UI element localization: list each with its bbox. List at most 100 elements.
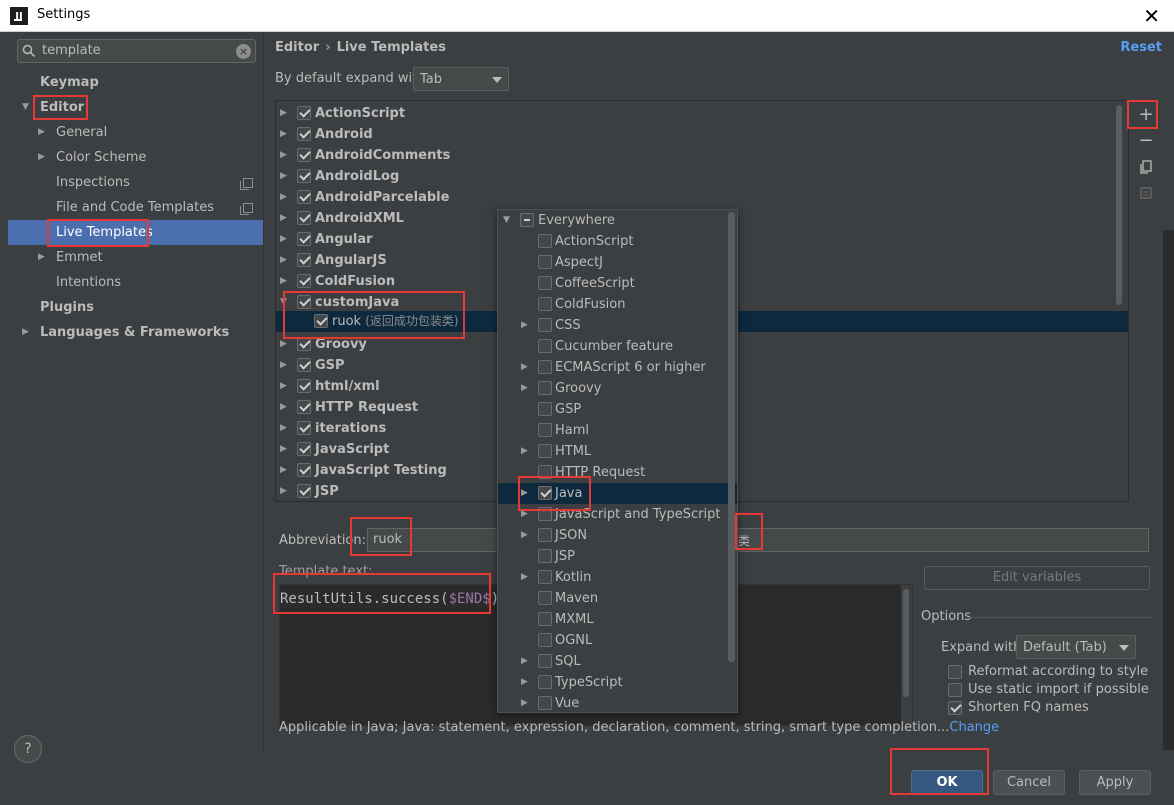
sidebar-item-live-templates[interactable]: Live Templates — [8, 220, 263, 245]
collapsed-arrow-icon[interactable]: ▶ — [280, 166, 287, 187]
context-item[interactable]: Cucumber feature — [498, 336, 737, 357]
template-enabled-checkbox[interactable] — [314, 314, 328, 328]
context-item[interactable]: CoffeeScript — [498, 273, 737, 294]
group-enabled-checkbox[interactable] — [297, 400, 311, 414]
collapsed-arrow-icon[interactable]: ▶ — [38, 120, 45, 145]
expand-with-dropdown[interactable]: Default (Tab) — [1016, 635, 1136, 659]
sidebar-item-plugins[interactable]: Plugins — [8, 295, 263, 320]
collapsed-arrow-icon[interactable]: ▶ — [521, 525, 528, 546]
group-enabled-checkbox[interactable] — [297, 442, 311, 456]
collapsed-arrow-icon[interactable]: ▶ — [280, 481, 287, 501]
collapsed-arrow-icon[interactable]: ▶ — [280, 124, 287, 145]
context-checkbox[interactable] — [538, 444, 552, 458]
context-checkbox[interactable] — [538, 255, 552, 269]
group-enabled-checkbox[interactable] — [297, 274, 311, 288]
sidebar-item-emmet[interactable]: ▶ Emmet — [8, 245, 263, 270]
context-item[interactable]: JSP — [498, 546, 737, 567]
restore-defaults-icon[interactable] — [1135, 182, 1157, 204]
template-group-row[interactable]: ▶ AndroidParcelable — [276, 187, 1128, 208]
context-item[interactable]: ▶ JSON — [498, 525, 737, 546]
context-checkbox[interactable] — [538, 591, 552, 605]
context-checkbox[interactable] — [538, 402, 552, 416]
context-item[interactable]: ▶ SQL — [498, 651, 737, 672]
cancel-button[interactable]: Cancel — [993, 770, 1065, 795]
context-checkbox[interactable] — [538, 234, 552, 248]
group-enabled-checkbox[interactable] — [297, 463, 311, 477]
group-enabled-checkbox[interactable] — [297, 358, 311, 372]
apply-button[interactable]: Apply — [1079, 770, 1151, 795]
collapsed-arrow-icon[interactable]: ▶ — [38, 145, 45, 170]
context-item[interactable]: ▶ ECMAScript 6 or higher — [498, 357, 737, 378]
context-item[interactable]: GSP — [498, 399, 737, 420]
collapsed-arrow-icon[interactable]: ▶ — [521, 441, 528, 462]
sidebar-item-general[interactable]: ▶ General — [8, 120, 263, 145]
static-import-checkbox[interactable] — [948, 683, 962, 697]
collapsed-arrow-icon[interactable]: ▶ — [280, 103, 287, 124]
group-enabled-checkbox[interactable] — [297, 295, 311, 309]
ok-button[interactable]: OK — [911, 770, 983, 795]
collapsed-arrow-icon[interactable]: ▶ — [521, 357, 528, 378]
context-checkbox[interactable] — [538, 360, 552, 374]
collapsed-arrow-icon[interactable]: ▶ — [280, 418, 287, 439]
list-scrollbar[interactable] — [1116, 105, 1122, 305]
context-item[interactable]: ▶ TypeScript — [498, 672, 737, 693]
collapsed-arrow-icon[interactable]: ▶ — [280, 187, 287, 208]
collapsed-arrow-icon[interactable]: ▶ — [521, 672, 528, 693]
sidebar-item-intentions[interactable]: Intentions — [8, 270, 263, 295]
context-checkbox[interactable] — [538, 465, 552, 479]
reset-link[interactable]: Reset — [1120, 40, 1162, 55]
change-contexts-link[interactable]: Change — [949, 720, 999, 735]
close-window-button[interactable]: ✕ — [1143, 4, 1160, 28]
context-item[interactable]: ▶ Groovy — [498, 378, 737, 399]
default-expand-dropdown[interactable]: Tab — [413, 67, 509, 91]
collapsed-arrow-icon[interactable]: ▶ — [280, 208, 287, 229]
add-icon[interactable]: + — [1135, 104, 1157, 126]
collapsed-arrow-icon[interactable]: ▶ — [38, 245, 45, 270]
context-checkbox[interactable] — [538, 486, 552, 500]
context-checkbox[interactable] — [538, 633, 552, 647]
collapsed-arrow-icon[interactable]: ▶ — [521, 378, 528, 399]
context-checkbox[interactable] — [538, 507, 552, 521]
collapsed-arrow-icon[interactable]: ▶ — [280, 439, 287, 460]
context-item[interactable]: ▶ CSS — [498, 315, 737, 336]
help-icon[interactable]: ? — [14, 735, 42, 763]
settings-search-input[interactable]: template × — [17, 39, 256, 63]
context-item[interactable]: Haml — [498, 420, 737, 441]
sidebar-item-languages-frameworks[interactable]: ▶ Languages & Frameworks — [8, 320, 263, 345]
context-root-everywhere[interactable]: ▼ Everywhere — [498, 210, 737, 231]
group-enabled-checkbox[interactable] — [297, 253, 311, 267]
collapsed-arrow-icon[interactable]: ▶ — [280, 355, 287, 376]
context-checkbox[interactable] — [538, 549, 552, 563]
group-enabled-checkbox[interactable] — [297, 190, 311, 204]
group-enabled-checkbox[interactable] — [297, 211, 311, 225]
context-checkbox[interactable] — [538, 318, 552, 332]
context-checkbox[interactable] — [538, 381, 552, 395]
template-group-row[interactable]: ▶ ActionScript — [276, 103, 1128, 124]
context-checkbox[interactable] — [538, 297, 552, 311]
context-item[interactable]: ActionScript — [498, 231, 737, 252]
group-enabled-checkbox[interactable] — [297, 106, 311, 120]
collapsed-arrow-icon[interactable]: ▶ — [280, 376, 287, 397]
group-enabled-checkbox[interactable] — [297, 379, 311, 393]
group-enabled-checkbox[interactable] — [297, 169, 311, 183]
abbreviation-input[interactable]: ruok — [367, 528, 1149, 552]
sidebar-item-editor[interactable]: ▼ Editor — [8, 95, 263, 120]
remove-icon[interactable]: − — [1135, 130, 1157, 152]
popup-scrollbar[interactable] — [728, 212, 735, 662]
template-group-row[interactable]: ▶ Android — [276, 124, 1128, 145]
collapsed-arrow-icon[interactable]: ▶ — [280, 145, 287, 166]
expanded-arrow-icon[interactable]: ▼ — [280, 292, 287, 313]
clear-search-icon[interactable]: × — [236, 44, 251, 59]
copy-icon[interactable] — [1135, 156, 1157, 178]
collapsed-arrow-icon[interactable]: ▶ — [280, 271, 287, 292]
group-enabled-checkbox[interactable] — [297, 127, 311, 141]
context-checkbox[interactable] — [538, 528, 552, 542]
collapsed-arrow-icon[interactable]: ▶ — [280, 229, 287, 250]
expanded-arrow-icon[interactable]: ▼ — [22, 95, 29, 120]
context-checkbox[interactable] — [538, 276, 552, 290]
sidebar-item-file-and-code-templates[interactable]: File and Code Templates — [8, 195, 263, 220]
group-enabled-checkbox[interactable] — [297, 421, 311, 435]
editor-scrollbar[interactable] — [901, 585, 912, 725]
context-checkbox[interactable] — [538, 675, 552, 689]
context-checkbox[interactable] — [538, 654, 552, 668]
